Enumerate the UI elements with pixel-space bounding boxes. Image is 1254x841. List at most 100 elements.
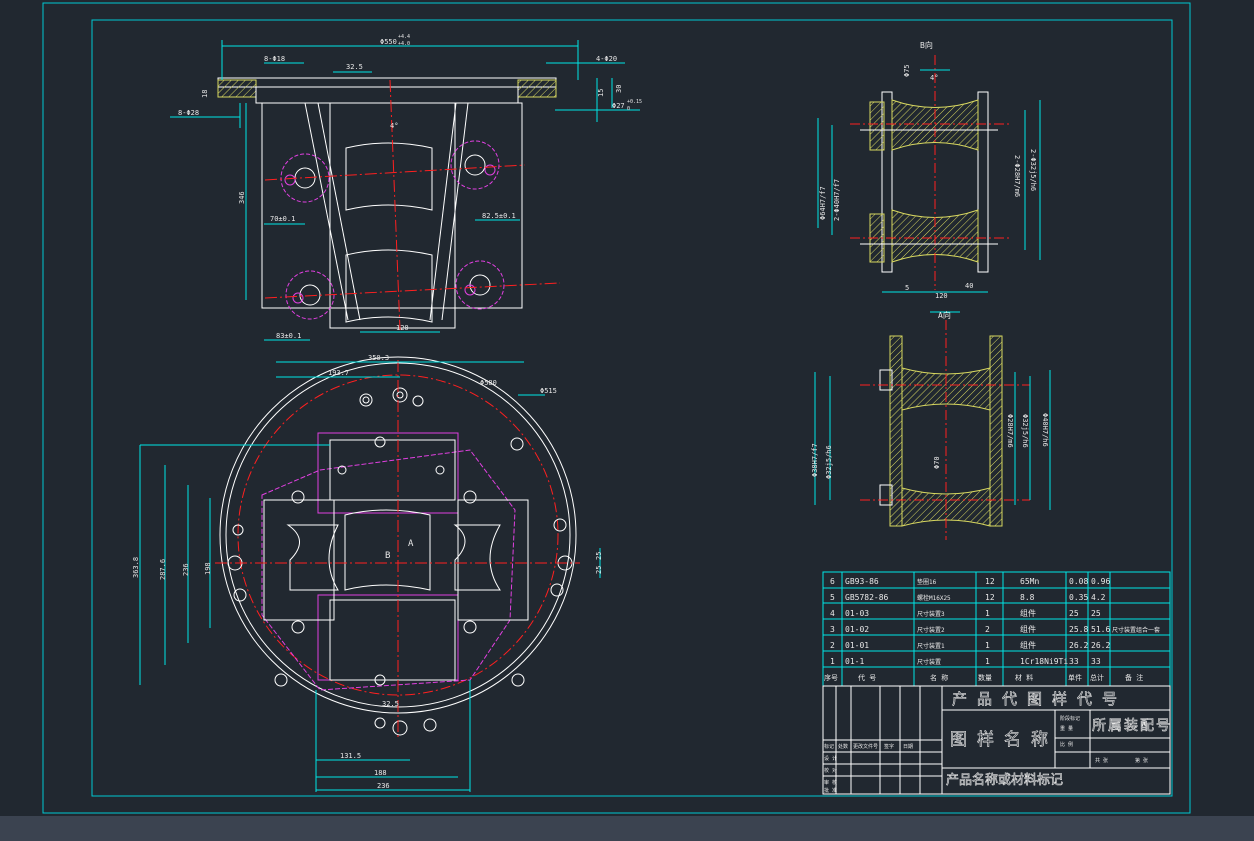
bom-cell-code: GB5782-86 [845, 593, 889, 602]
tb-row-mark: 标记 [824, 743, 834, 750]
tb-row-count: 处数 [838, 743, 848, 750]
dim-25-b: 25 [595, 566, 603, 574]
assembly-number: 所属装配号 [1092, 718, 1172, 734]
bom-cell-w2: 51.6 [1091, 625, 1110, 634]
dim-overall-diameter: Φ550 [380, 38, 397, 46]
bom-cell-code: 01-03 [845, 609, 869, 618]
bom-cell-no: 5 [830, 593, 835, 602]
dim-120-front: 120 [396, 324, 409, 332]
dim-120-side: 120 [935, 292, 948, 300]
bom-cell-note: 尺寸装置组合一套 [1112, 626, 1160, 634]
dim-bore: Φ27 [612, 102, 625, 110]
bom-h-mat: 材 料 [1015, 673, 1033, 682]
dim-d-right2: 2-Φ32j5/h6 [1029, 149, 1037, 191]
dim-sec-d6: Φ70 [933, 456, 941, 469]
dim-d-top: Φ75 [903, 64, 911, 77]
drawing-name: 图样名称 [950, 730, 1058, 750]
bom-h-no: 序号 [824, 673, 838, 682]
bom-cell-code: GB93-86 [845, 577, 879, 586]
bom-cell-w2: 33 [1091, 657, 1101, 666]
plan-view-dims: 350.3 193.7 Φ580 Φ515 363.8 287.6 236 19… [132, 354, 603, 790]
bom-cell-mat: 组件 [1020, 640, 1036, 650]
bom-cell-qty: 1 [985, 657, 990, 666]
tb-check: 校 对 [824, 767, 837, 774]
bom-cell-name: 尺寸装置2 [917, 626, 945, 634]
dim-32-5: 32.5 [346, 63, 363, 71]
dim-angle: 4° [390, 122, 398, 130]
bom-h-name: 名 称 [930, 673, 948, 682]
bom-h-qty: 数量 [978, 673, 992, 682]
dim-32-5-plan: 32.5 [382, 700, 399, 708]
bom-cell-mat: 组件 [1020, 608, 1036, 618]
dim-193-7: 193.7 [328, 369, 349, 377]
drawing-code: 产品代图样代号 [952, 690, 1127, 708]
bom-cell-no: 2 [830, 641, 835, 650]
bom-cell-w1: 0.35 [1069, 593, 1088, 602]
dim-angle-side: 4° [930, 74, 938, 82]
dim-18: 18 [201, 90, 209, 98]
dim-d-left2: 2-Φ40H7/f7 [833, 179, 841, 221]
label-b: B [385, 551, 390, 561]
dim-83: 83±0.1 [276, 332, 301, 340]
status-bar [0, 816, 1254, 841]
bom-cell-code: 01-01 [845, 641, 869, 650]
dim-sec-d5: Φ40H7/h6 [1041, 413, 1049, 447]
side-view-b-labels: B向 Φ64H7/f7 2-Φ40H7/f7 2-Φ28H7/m6 2-Φ32j… [819, 40, 1037, 300]
dim-holes-left2: 8-Φ28 [178, 109, 199, 117]
dim-5-side: 5 [905, 284, 909, 292]
dim-holes-left: 8-Φ18 [264, 55, 285, 63]
bom-cell-qty: 12 [985, 593, 995, 602]
dim-d515: Φ515 [540, 387, 557, 395]
dim-40-side: 40 [965, 282, 973, 290]
bom-cell-w2: 0.96 [1091, 577, 1110, 586]
bom-cell-no: 3 [830, 625, 835, 634]
dim-15: 15 [597, 89, 605, 97]
bom-cell-name: 垫圈16 [917, 578, 937, 586]
tb-scale: 比 例 [1060, 741, 1073, 748]
material-mark: 产品名称或材料标记 [946, 772, 1063, 788]
drawing-canvas[interactable]: Φ550 +4.4 +4.0 8-Φ18 32.5 4-Φ20 18 8-Φ28… [0, 0, 1254, 816]
bom-cell-w1: 25.8 [1069, 625, 1088, 634]
dim-bore-tol: +0.15 [627, 99, 642, 105]
bom-cell-code: 01-02 [845, 625, 869, 634]
bom-cell-w1: 26.2 [1069, 641, 1088, 650]
tb-row-date: 日期 [903, 744, 913, 750]
tb-row-sign: 签字 [884, 743, 894, 750]
label-a: A [408, 539, 414, 549]
tb-design: 设 计 [824, 755, 837, 762]
bom-cell-w1: 0.08 [1069, 577, 1088, 586]
bom-h-code: 代 号 [858, 673, 876, 682]
dim-d-right1: 2-Φ28H7/m6 [1013, 155, 1021, 197]
dim-236: 236 [182, 563, 190, 576]
dim-82-5: 82.5±0.1 [482, 212, 516, 220]
inner-frame [91, 19, 1173, 797]
cad-drawing: Φ550 +4.4 +4.0 8-Φ18 32.5 4-Φ20 18 8-Φ28… [42, 2, 1191, 814]
bom-cell-w1: 33 [1069, 657, 1079, 666]
bom-cell-mat: 8.8 [1020, 593, 1035, 602]
bom-cell-name: 尺寸装置3 [917, 610, 945, 618]
bom-cell-mat: 65Mn [1020, 577, 1039, 586]
dim-sec-d4: Φ32j5/h6 [1021, 414, 1029, 448]
tb-stage: 阶段标记 [1060, 715, 1080, 722]
bom-h-note: 备 注 [1125, 673, 1143, 682]
bom-cell-qty: 2 [985, 625, 990, 634]
dim-sec-d2: Φ32j5/h6 [825, 445, 833, 479]
dim-350-3: 350.3 [368, 354, 389, 362]
bom-cell-no: 6 [830, 577, 835, 586]
bom-cell-name: 尺寸装置 [917, 658, 941, 666]
bom-cell-w2: 4.2 [1091, 593, 1106, 602]
dim-236-bottom: 236 [377, 782, 390, 790]
title-block-text: 产品代图样代号 图样名称 所属装配号 产品名称或材料标记 阶段标记 重 量 比 … [824, 690, 1172, 794]
dim-sec-d3: Φ28H7/m6 [1006, 414, 1014, 448]
tb-sheet: 第 张 [1135, 757, 1148, 764]
dim-188: 188 [374, 769, 387, 777]
front-view [170, 40, 640, 341]
bom-cell-no: 1 [830, 657, 835, 666]
dim-198: 198 [204, 562, 212, 575]
dim-30: 30 [615, 85, 623, 93]
dim-tol-lower: +4.0 [398, 41, 410, 47]
bom-rows: 6 GB93-86 垫圈16 12 65Mn 0.08 0.965 GB5782-86 螺栓M1… [830, 577, 1160, 666]
dim-d-left1: Φ64H7/f7 [819, 186, 827, 220]
tb-sheets: 共 张 [1095, 757, 1108, 764]
bom-cell-qty: 1 [985, 641, 990, 650]
